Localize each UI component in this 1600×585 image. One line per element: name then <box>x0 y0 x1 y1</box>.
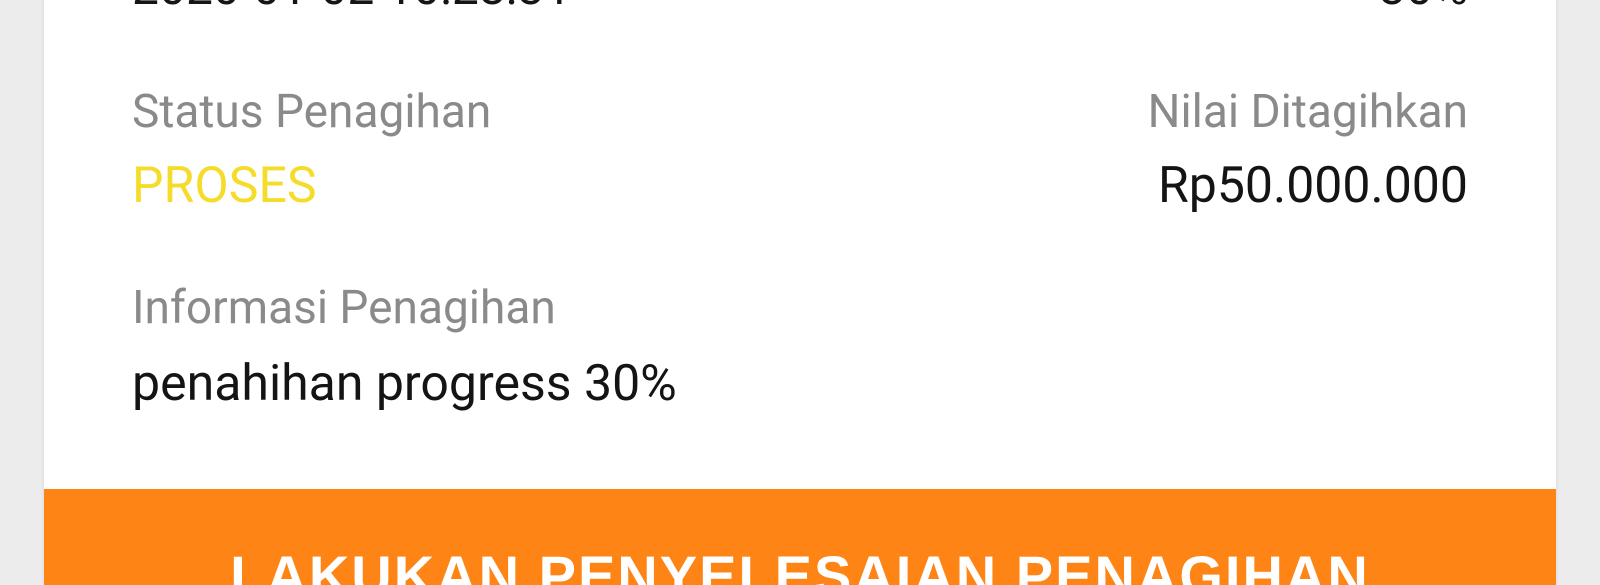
complete-billing-button[interactable]: LAKUKAN PENYELESAIAN PENAGIHAN <box>44 489 1556 585</box>
billing-progress-percent: 30% <box>1379 0 1468 18</box>
complete-billing-button-label: LAKUKAN PENYELESAIAN PENAGIHAN <box>230 544 1370 585</box>
billing-date: 2020-01-02 10:28:31 <box>132 0 571 18</box>
partial-top-row: 2020-01-02 10:28:31 30% <box>132 0 1468 18</box>
billing-info-value: penahihan progress 30% <box>132 355 677 413</box>
billing-info-label: Informasi Penagihan <box>132 281 556 335</box>
billed-amount-label: Nilai Ditagihkan <box>1147 85 1468 139</box>
status-label: Status Penagihan <box>132 85 492 139</box>
billed-amount-value: Rp50.000.000 <box>1157 157 1468 215</box>
status-value: PROSES <box>132 157 317 215</box>
billing-detail-card: 2020-01-02 10:28:31 30% Status Penagihan… <box>44 0 1556 585</box>
